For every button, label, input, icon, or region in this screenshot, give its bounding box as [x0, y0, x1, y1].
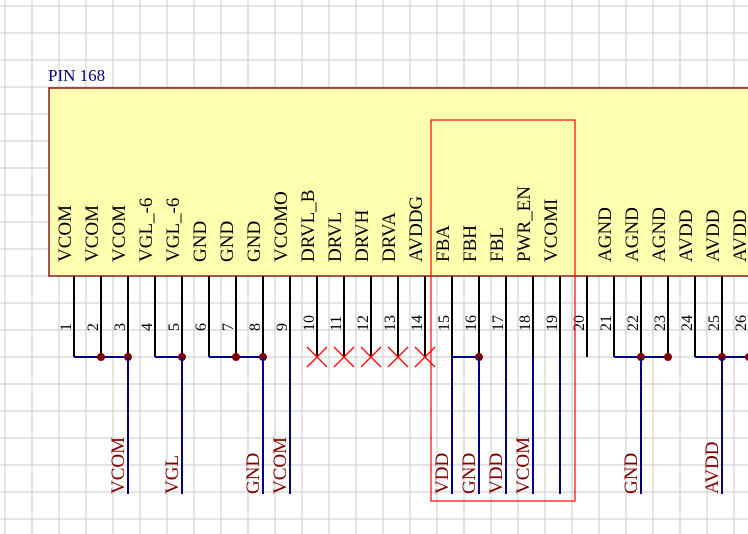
pin-24-name: AVDD	[676, 210, 697, 262]
pin-19-number: 19	[544, 315, 561, 331]
pin-25-name: AVDD	[703, 210, 724, 262]
pin-11-number: 11	[328, 316, 345, 331]
pin-1-number: 1	[58, 323, 75, 331]
pin-2-name: VCOM	[82, 205, 103, 262]
pin-24-number: 24	[679, 315, 696, 331]
pin-13-number: 13	[382, 315, 399, 331]
pin-9-number: 9	[274, 323, 291, 331]
pin-21-name: AGND	[595, 207, 616, 262]
pin-16-number: 16	[463, 315, 480, 331]
pin-21-number: 21	[598, 315, 615, 331]
pin-23-name: AGND	[649, 207, 670, 262]
net-label-avdd: AVDD	[702, 442, 723, 494]
pin-17-number: 17	[490, 315, 507, 331]
pin-23-number: 23	[652, 315, 669, 331]
pin-12-name: DRVH	[352, 209, 373, 262]
pin-8-name: GND	[244, 221, 265, 262]
pin-22-name: AGND	[622, 207, 643, 262]
net-label-vdd: VDD	[432, 453, 453, 494]
pin-26-name: AVDD	[730, 210, 748, 262]
net-label-gnd: GND	[243, 453, 264, 494]
pin-7-number: 7	[220, 323, 237, 331]
pin-6-number: 6	[193, 323, 210, 331]
pin-15-number: 15	[436, 315, 453, 331]
net-label-vdd: VDD	[486, 453, 507, 494]
pin-4-name: VGL_-6	[136, 198, 157, 262]
pin-1-name: VCOM	[55, 205, 76, 262]
pin-5-number: 5	[166, 323, 183, 331]
net-label-vcom: VCOM	[108, 437, 129, 494]
net-label-gnd: GND	[459, 453, 480, 494]
pin-14-number: 14	[409, 315, 426, 331]
pin-15-name: FBA	[433, 225, 454, 262]
junction-dot	[232, 353, 240, 361]
schematic-canvas: PIN 168 VCOM 1 VCOM 2 VCOM 3 VGL_-6 4 VGL_-6 5 GND…	[0, 0, 748, 534]
net-label-gnd: GND	[621, 453, 642, 494]
net-label-vcom: VCOM	[270, 437, 291, 494]
pin-22-number: 22	[625, 315, 642, 331]
pin-26-number: 26	[733, 315, 748, 331]
pin-3-number: 3	[112, 323, 129, 331]
pin-3-name: VCOM	[109, 205, 130, 262]
pin-10-number: 10	[301, 315, 318, 331]
net-label-vgl: VGL	[162, 455, 183, 494]
pin-4-number: 4	[139, 323, 156, 331]
pin-12-number: 12	[355, 315, 372, 331]
pin-14-name: AVDDG	[406, 196, 427, 262]
pin-18-number: 18	[517, 315, 534, 331]
pin-5-name: VGL_-6	[163, 198, 184, 262]
component-ref-label: PIN 168	[48, 66, 105, 85]
pin-2-number: 2	[85, 323, 102, 331]
pin-7-name: GND	[217, 221, 238, 262]
pin-25-number: 25	[706, 315, 723, 331]
pin-18-name: PWR_EN	[514, 186, 535, 262]
pin-19-name: VCOMI	[541, 199, 562, 262]
junction-dot	[664, 353, 672, 361]
pin-20-number: 20	[571, 315, 588, 331]
pin-16-name: FBH	[460, 225, 481, 262]
junction-dot	[97, 353, 105, 361]
pin-9-name: VCOMO	[271, 191, 292, 262]
pin-13-name: DRVA	[379, 212, 400, 262]
net-label-vcom: VCOM	[513, 437, 534, 494]
pin-17-name: FBL	[487, 227, 508, 262]
pin-11-name: DRVL	[325, 212, 346, 262]
pin-8-number: 8	[247, 323, 264, 331]
pin-6-name: GND	[190, 221, 211, 262]
pin-10-name: DRVL_B	[298, 190, 319, 262]
